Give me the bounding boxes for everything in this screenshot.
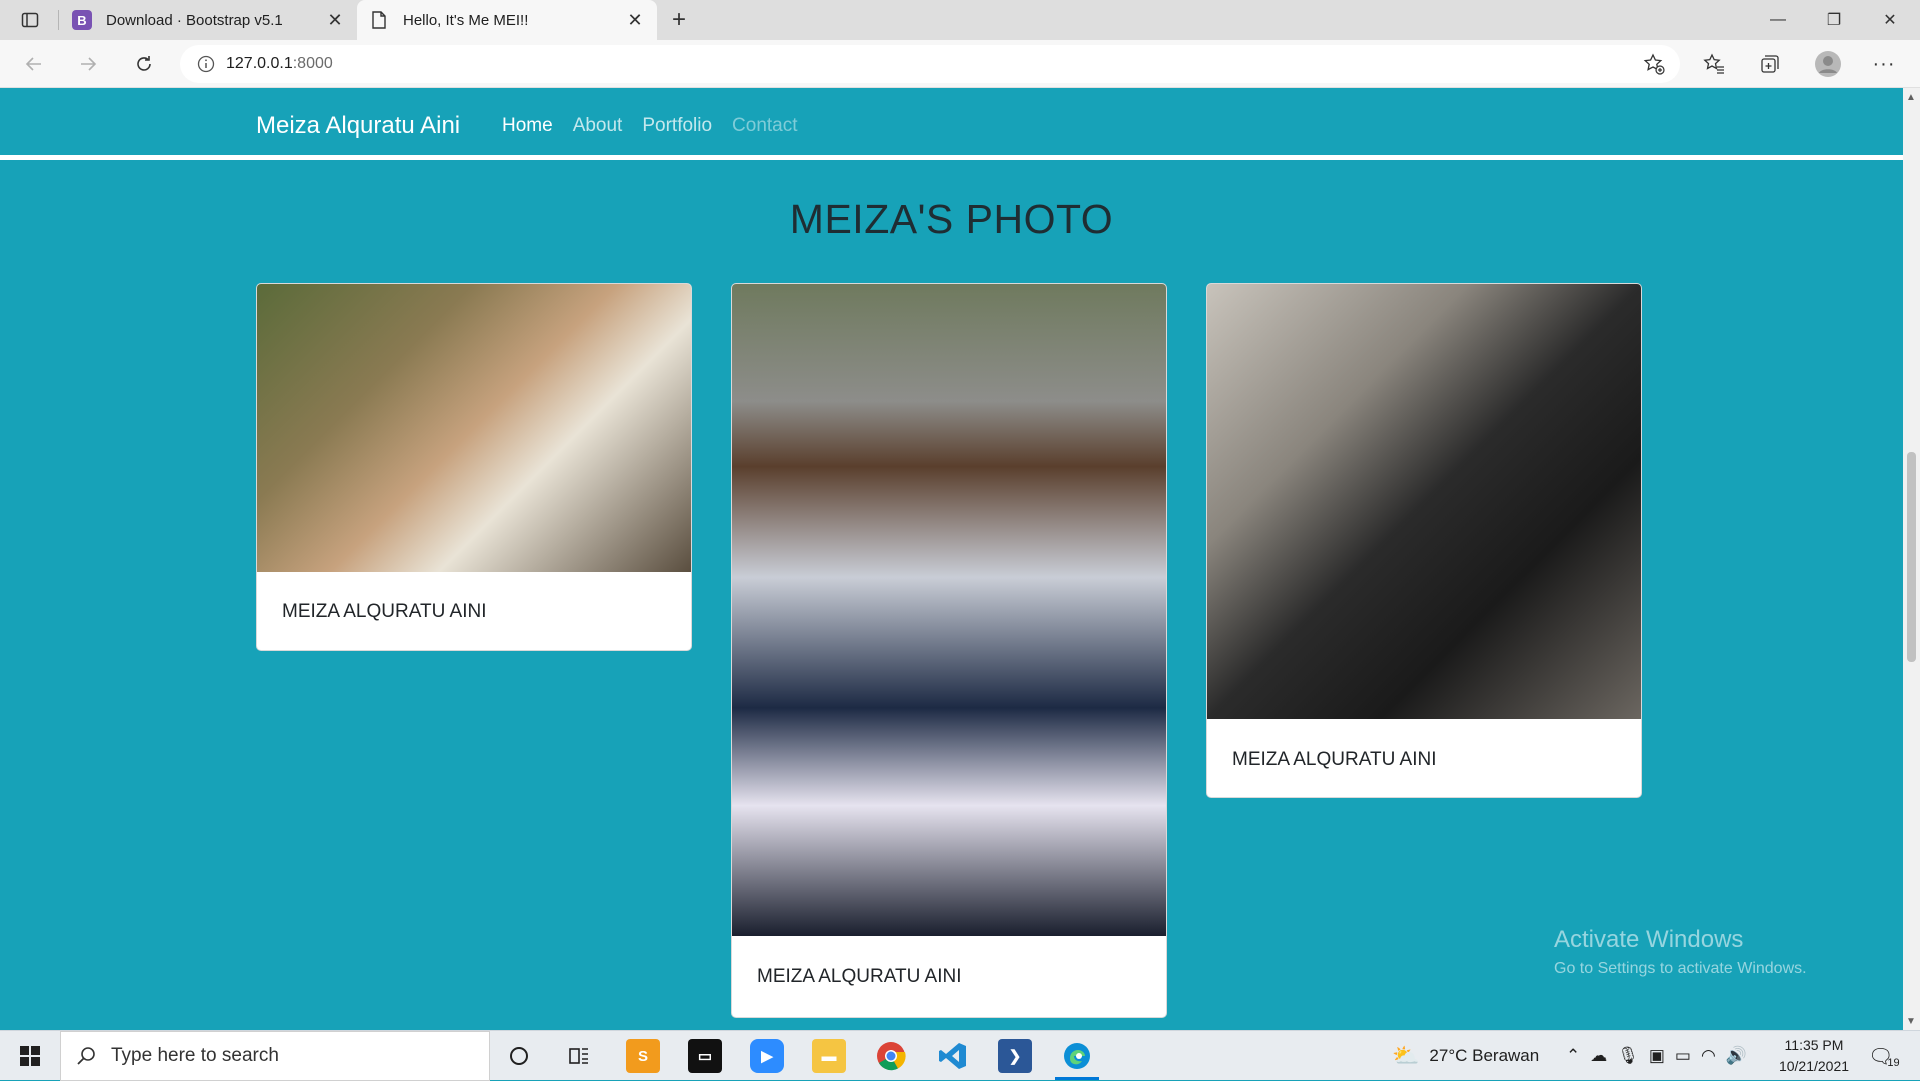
tab-actions-icon (21, 12, 39, 28)
site-info-icon[interactable] (186, 55, 226, 73)
collections-button[interactable] (1754, 48, 1786, 80)
system-tray: ⌃ ☁ 🎙 ▣ ▭ ◠ 🔊 (1566, 1031, 1747, 1081)
card-photo (732, 284, 1166, 936)
close-tab-icon[interactable]: ✕ (325, 10, 345, 30)
back-arrow-icon (25, 57, 41, 71)
back-button[interactable] (18, 48, 50, 80)
profile-button[interactable] (1812, 48, 1844, 80)
add-favorite-button[interactable] (1638, 48, 1670, 80)
onedrive-icon[interactable]: ☁ (1590, 1046, 1607, 1066)
photo-card: MEIZA ALQURATU AINI (1206, 283, 1642, 798)
clock-date: 10/21/2021 (1778, 1058, 1850, 1074)
wifi-icon[interactable]: ◠ (1701, 1046, 1716, 1066)
restore-button[interactable]: ❐ (1806, 0, 1862, 40)
nav-links: Home About Portfolio Contact (502, 115, 798, 137)
volume-icon[interactable]: 🔊 (1726, 1046, 1747, 1066)
page-scrollbar[interactable]: ▲ ▼ (1903, 88, 1920, 1030)
section-title: MEIZA'S PHOTO (789, 196, 1114, 242)
favorites-icon (1703, 53, 1724, 74)
new-tab-button[interactable]: + (665, 6, 693, 34)
card-photo (1207, 284, 1641, 719)
photo-card: MEIZA ALQURATU AINI (256, 283, 692, 651)
watermark-subtitle: Go to Settings to activate Windows. (1554, 960, 1807, 977)
settings-menu-button[interactable]: ··· (1868, 48, 1900, 80)
card-caption: MEIZA ALQURATU AINI (282, 601, 487, 622)
cortana-button[interactable] (502, 1039, 536, 1073)
terminal-icon[interactable]: ▭ (688, 1039, 722, 1073)
battery-icon[interactable]: ▭ (1675, 1046, 1691, 1066)
clock-time: 11:35 PM (1784, 1037, 1844, 1053)
browser-toolbar: 127.0.0.1:8000 ··· (0, 40, 1920, 88)
scroll-down-icon[interactable]: ▼ (1906, 1016, 1916, 1027)
vscode-icon[interactable] (936, 1039, 970, 1073)
nav-contact[interactable]: Contact (732, 115, 797, 137)
watermark-title: Activate Windows (1554, 926, 1744, 953)
file-explorer-icon[interactable]: ▬ (812, 1039, 846, 1073)
refresh-icon (137, 56, 151, 71)
card-caption: MEIZA ALQURATU AINI (757, 966, 962, 987)
taskbar-clock[interactable]: 11:35 PM 10/21/2021 (1770, 1035, 1858, 1077)
forward-button[interactable] (72, 48, 104, 80)
tab-bootstrap[interactable]: B Download · Bootstrap v5.1 ✕ (60, 0, 357, 40)
favorites-button[interactable] (1698, 48, 1730, 80)
url-port: :8000 (292, 55, 333, 72)
tab-title: Hello, It's Me MEI!! (403, 11, 529, 29)
microphone-icon[interactable]: 🎙 (1617, 1046, 1639, 1066)
notification-center-button[interactable]: 🗨 19 (1868, 1031, 1900, 1081)
url-text: 127.0.0.1:8000 (226, 55, 333, 73)
star-add-icon (1643, 53, 1665, 75)
more-icon: ··· (1872, 52, 1896, 75)
weather-text: 27°C Berawan (1429, 1046, 1540, 1065)
page-favicon-icon (369, 10, 389, 30)
site-brand[interactable]: Meiza Alquratu Aini (256, 112, 460, 140)
tab-hello[interactable]: Hello, It's Me MEI!! ✕ (357, 0, 657, 40)
zoom-icon[interactable]: ▶ (750, 1039, 784, 1073)
chrome-icon[interactable] (874, 1039, 908, 1073)
powershell-icon[interactable]: ❯ (998, 1039, 1032, 1073)
taskbar: Type here to search S ▭ ▶ ▬ ❯ ⛅ 27°C Ber… (0, 1030, 1920, 1081)
task-view-button[interactable] (562, 1039, 596, 1073)
tab-title: Download · Bootstrap v5.1 (106, 11, 283, 29)
address-bar[interactable]: 127.0.0.1:8000 (180, 45, 1680, 83)
nav-home[interactable]: Home (502, 115, 553, 137)
card-photo (257, 284, 691, 572)
taskbar-search[interactable]: Type here to search (60, 1031, 490, 1081)
site-navbar: Meiza Alquratu Aini Home About Portfolio… (0, 88, 1903, 160)
url-host: 127.0.0.1 (226, 55, 293, 72)
close-window-button[interactable]: ✕ (1862, 0, 1918, 40)
avatar-icon (1815, 51, 1841, 77)
device-icon[interactable]: ▣ (1649, 1046, 1665, 1066)
close-tab-icon[interactable]: ✕ (625, 10, 645, 30)
collections-icon (1761, 55, 1779, 73)
edge-icon[interactable] (1060, 1039, 1094, 1073)
activate-windows-watermark: Activate Windows Go to Settings to activ… (1554, 926, 1807, 978)
nav-portfolio[interactable]: Portfolio (642, 115, 712, 137)
search-placeholder: Type here to search (111, 1045, 279, 1066)
weather-widget[interactable]: ⛅ 27°C Berawan (1392, 1031, 1539, 1081)
nav-about[interactable]: About (573, 115, 623, 137)
browser-tab-bar: B Download · Bootstrap v5.1 ✕ Hello, It'… (0, 0, 1920, 40)
task-view-icon (569, 1048, 588, 1064)
photo-card: MEIZA ALQURATU AINI (731, 283, 1167, 1018)
chevron-up-icon[interactable]: ⌃ (1566, 1046, 1580, 1066)
bootstrap-favicon-icon: B (72, 10, 92, 30)
sublime-text-icon[interactable]: S (626, 1039, 660, 1073)
cortana-icon (510, 1047, 528, 1065)
scroll-thumb[interactable] (1907, 452, 1916, 662)
tab-separator (58, 10, 59, 30)
windows-logo-icon (20, 1046, 40, 1066)
minimize-button[interactable]: — (1750, 0, 1806, 40)
card-caption: MEIZA ALQURATU AINI (1232, 749, 1437, 770)
weather-cloud-icon: ⛅ (1392, 1043, 1420, 1068)
tab-actions-button[interactable] (10, 6, 50, 34)
notification-count: 19 (1887, 1057, 1900, 1069)
start-button[interactable] (0, 1031, 60, 1081)
scroll-up-icon[interactable]: ▲ (1906, 92, 1916, 103)
page-viewport: Meiza Alquratu Aini Home About Portfolio… (0, 88, 1903, 1030)
refresh-button[interactable] (128, 48, 160, 80)
search-icon (61, 1046, 111, 1066)
forward-arrow-icon (81, 57, 97, 71)
